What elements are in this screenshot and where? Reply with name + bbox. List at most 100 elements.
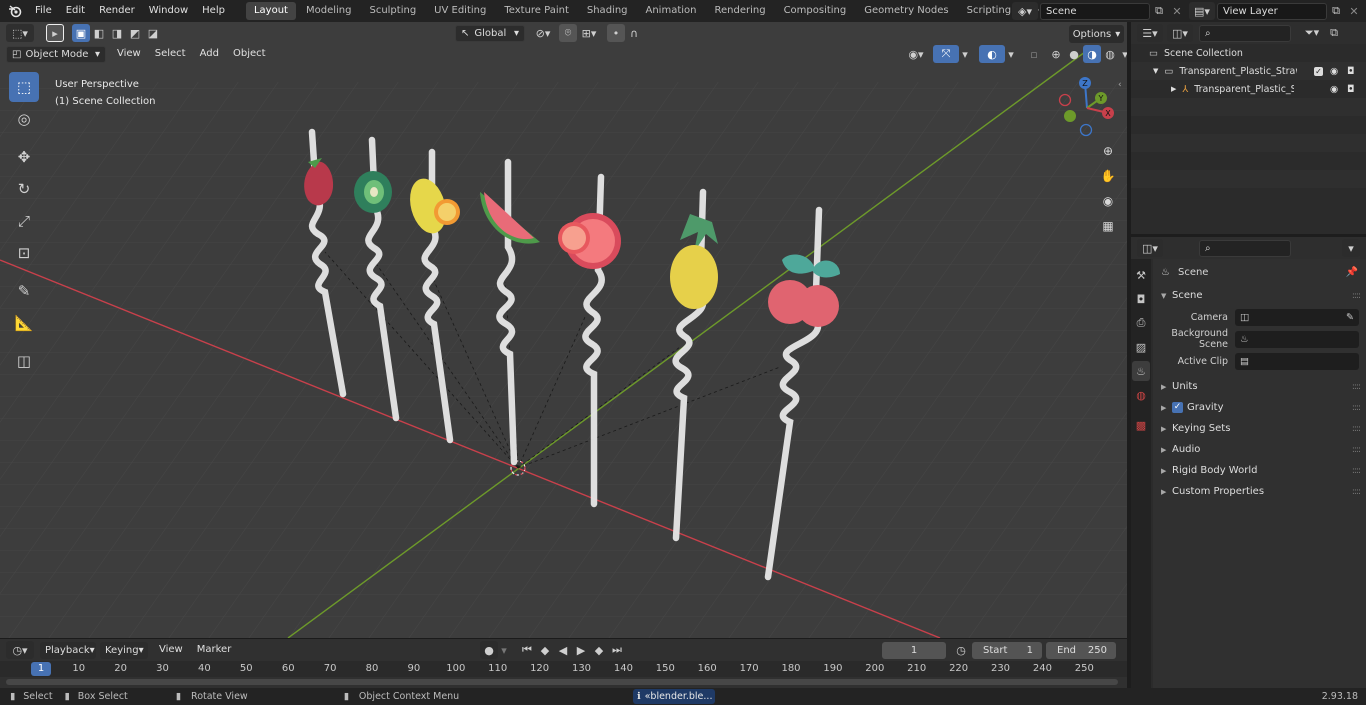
perspective-toggle-icon[interactable]: ▦ xyxy=(1099,217,1117,235)
select-subtract-icon[interactable]: ◨ xyxy=(108,24,126,42)
include-checkbox[interactable]: ✓ xyxy=(1314,66,1323,76)
active-clip-field[interactable]: ▤ xyxy=(1235,352,1359,370)
visibility-icon[interactable]: ◉▾ xyxy=(903,45,929,63)
pivot-point-icon[interactable]: ⊘▾ xyxy=(531,24,555,42)
timeline-menu-view[interactable]: View xyxy=(152,641,190,659)
tab-geometry-nodes[interactable]: Geometry Nodes xyxy=(856,2,956,20)
options-button[interactable]: Options ▾ xyxy=(1069,25,1124,43)
scene-selector[interactable]: Scene xyxy=(1040,2,1150,20)
tool-tab-icon[interactable]: ⚒ xyxy=(1132,265,1150,285)
select-extend-icon[interactable]: ◧ xyxy=(90,24,108,42)
tab-texture-paint[interactable]: Texture Paint xyxy=(496,2,577,20)
viewport-menu-object[interactable]: Object xyxy=(226,45,273,63)
next-keyframe-icon[interactable]: ◆ xyxy=(590,641,608,659)
wireframe-shading-icon[interactable]: ⊕ xyxy=(1047,45,1065,63)
end-frame-field[interactable]: End 250 xyxy=(1046,642,1116,659)
world-tab-icon[interactable]: ◍ xyxy=(1132,385,1150,405)
render-camera-icon[interactable]: ◘ xyxy=(1347,84,1355,95)
current-frame-field[interactable]: 1 xyxy=(882,642,946,659)
texture-tab-icon[interactable]: ▩ xyxy=(1132,415,1150,435)
transform-tool[interactable]: ⊡ xyxy=(9,238,39,268)
visibility-eye-icon[interactable]: ◉ xyxy=(1330,84,1338,95)
annotate-tool[interactable]: ✎ xyxy=(9,276,39,306)
preview-range-icon[interactable]: ◷ xyxy=(952,641,970,659)
view-layer-selector[interactable]: View Layer xyxy=(1217,2,1327,20)
viewport-menu-view[interactable]: View xyxy=(110,45,148,63)
new-collection-icon[interactable]: ⧉ xyxy=(1325,24,1343,42)
camera-view-icon[interactable]: ◉ xyxy=(1099,192,1117,210)
custom-properties-panel[interactable]: ▶ Custom Properties:::: xyxy=(1153,481,1366,502)
tab-scripting[interactable]: Scripting xyxy=(959,2,1019,20)
jump-start-icon[interactable]: ⏮ xyxy=(518,641,536,659)
view-layer-tab-icon[interactable]: ▨ xyxy=(1132,337,1150,357)
timeline-editor-type-icon[interactable]: ◷▾ xyxy=(6,641,34,659)
scene-panel-header[interactable]: ▼ Scene :::: xyxy=(1153,285,1366,306)
editor-type-icon[interactable]: ⬚▾ xyxy=(6,24,34,42)
record-icon[interactable]: ● xyxy=(480,641,498,659)
timeline-ruler[interactable]: 1 10 20 30 40 50 60 70 80 90 100 110 120 130 140 150 160… xyxy=(0,661,1127,677)
overlays-dropdown-icon[interactable]: ▾ xyxy=(1005,45,1017,63)
timeline-menu-marker[interactable]: Marker xyxy=(190,641,239,659)
properties-options-icon[interactable]: ▾ xyxy=(1342,239,1360,257)
jump-end-icon[interactable]: ⏭ xyxy=(608,641,626,659)
keying-menu[interactable]: Keying ▾ xyxy=(100,641,148,659)
eyedropper-icon[interactable]: ✎ xyxy=(1346,312,1354,323)
xray-icon[interactable]: ▫ xyxy=(1025,45,1043,63)
close-scene-icon[interactable]: ✕ xyxy=(1168,2,1186,20)
camera-field[interactable]: ◫ ✎ xyxy=(1235,308,1359,326)
display-mode-icon[interactable]: ◫▾ xyxy=(1167,24,1193,42)
properties-search-input[interactable]: ⌕ xyxy=(1199,239,1291,257)
tab-modeling[interactable]: Modeling xyxy=(298,2,360,20)
select-intersect-icon[interactable]: ◪ xyxy=(144,24,162,42)
rigid-body-world-panel[interactable]: ▶ Rigid Body World:::: xyxy=(1153,460,1366,481)
expand-icon[interactable]: ▼ xyxy=(1153,67,1158,75)
snap-icon[interactable]: ⌾ xyxy=(559,24,577,42)
outliner-editor-type-icon[interactable]: ☰▾ xyxy=(1137,24,1163,42)
copy-scene-icon[interactable]: ⧉ xyxy=(1150,2,1168,20)
record-dropdown-icon[interactable]: ▾ xyxy=(498,641,510,659)
audio-panel[interactable]: ▶ Audio:::: xyxy=(1153,439,1366,460)
gravity-checkbox[interactable]: ✓ xyxy=(1172,402,1183,413)
viewport-menu-add[interactable]: Add xyxy=(193,45,226,63)
filter-icon[interactable]: ⏷▾ xyxy=(1299,24,1325,42)
outliner-row-collection[interactable]: ▼ ▭ Transparent_Plastic_Straws_w ✓ ◉ ◘ xyxy=(1131,62,1366,80)
select-new-icon[interactable]: ▣ xyxy=(72,24,90,42)
zoom-icon[interactable]: ⊕ xyxy=(1099,142,1117,160)
menu-render[interactable]: Render xyxy=(92,0,142,22)
add-cube-tool[interactable]: ◫ xyxy=(9,346,39,376)
blender-logo-icon[interactable] xyxy=(6,2,24,20)
sidebar-toggle-icon[interactable]: ‹ xyxy=(1118,80,1122,90)
tab-uv-editing[interactable]: UV Editing xyxy=(426,2,494,20)
timeline-scrollbar[interactable] xyxy=(6,679,1118,685)
cursor-tool[interactable]: ◎ xyxy=(9,104,39,134)
material-shading-icon[interactable]: ◑ xyxy=(1083,45,1101,63)
viewport-scene[interactable] xyxy=(0,22,1127,638)
scale-tool[interactable]: ⤢ xyxy=(9,206,39,236)
scene-icon[interactable]: ◈▾ xyxy=(1012,2,1038,20)
object-mode-dropdown[interactable]: ◰ Object Mode ▾ xyxy=(6,45,106,63)
scene-tab-icon[interactable]: ♨ xyxy=(1132,361,1150,381)
move-tool[interactable]: ✥ xyxy=(9,142,39,172)
tab-sculpting[interactable]: Sculpting xyxy=(361,2,424,20)
outliner-search-input[interactable]: ⌕ xyxy=(1199,24,1291,42)
visibility-eye-icon[interactable]: ◉ xyxy=(1330,66,1338,77)
select-box-tool[interactable]: ⬚ xyxy=(9,72,39,102)
gravity-panel[interactable]: ▶ ✓ Gravity:::: xyxy=(1153,397,1366,418)
render-tab-icon[interactable]: ◘ xyxy=(1132,289,1150,309)
tab-animation[interactable]: Animation xyxy=(638,2,705,20)
proportional-edit-icon[interactable]: • xyxy=(607,24,625,42)
pin-icon[interactable]: 📌 xyxy=(1346,267,1358,278)
menu-edit[interactable]: Edit xyxy=(59,0,92,22)
rendered-shading-icon[interactable]: ◍ xyxy=(1101,45,1119,63)
measure-tool[interactable]: 📐 xyxy=(9,308,39,338)
expand-icon[interactable]: ▶ xyxy=(1171,85,1176,93)
pan-hand-icon[interactable]: ✋ xyxy=(1099,167,1117,185)
output-tab-icon[interactable]: ⎙ xyxy=(1132,313,1150,333)
prev-keyframe-icon[interactable]: ◆ xyxy=(536,641,554,659)
navigation-gizmo[interactable]: Z Y X xyxy=(1056,77,1118,139)
drag-grip-icon[interactable]: :::: xyxy=(1352,291,1361,301)
outliner-row-object[interactable]: ▶ ⅄ Transparent_Plastic_Stra ◉ ◘ xyxy=(1131,80,1366,98)
menu-file[interactable]: File xyxy=(28,0,59,22)
outliner-row-scene-collection[interactable]: ▭ Scene Collection xyxy=(1131,44,1366,62)
solid-shading-icon[interactable]: ● xyxy=(1065,45,1083,63)
